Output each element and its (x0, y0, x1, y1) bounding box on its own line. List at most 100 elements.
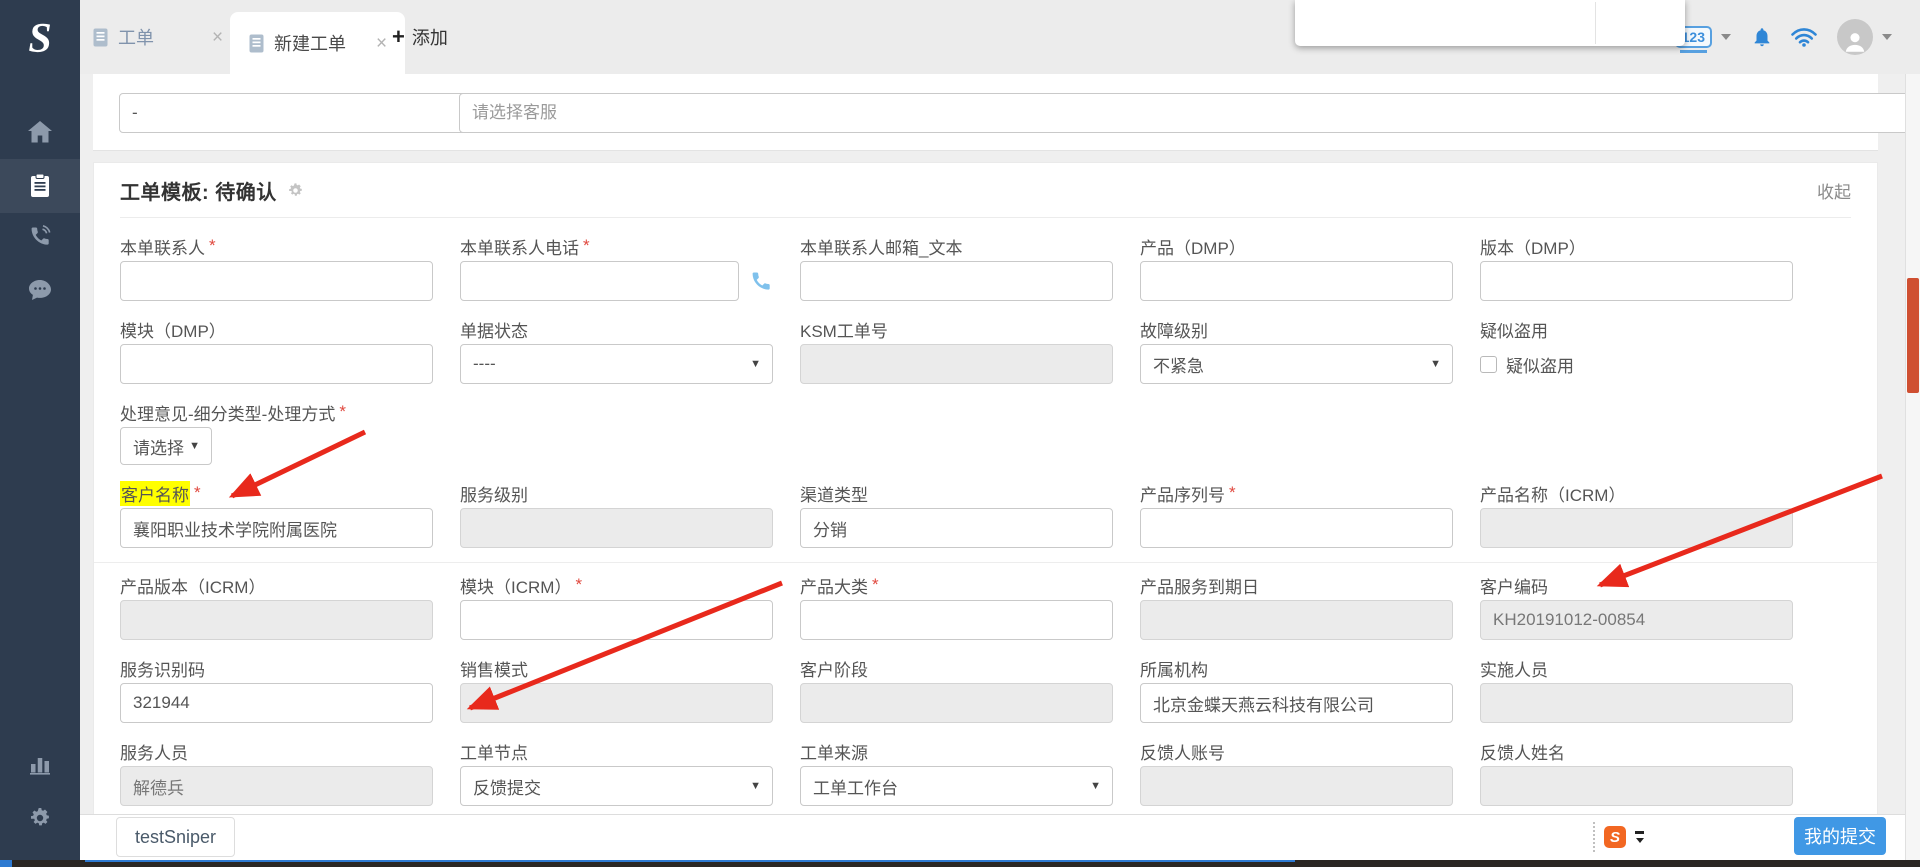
notifications-button[interactable] (1751, 25, 1773, 49)
template-settings-button[interactable] (287, 182, 304, 199)
organization-label: 所属机构 (1140, 657, 1453, 679)
product-service-expiry-input (1140, 600, 1453, 640)
customer-name-field: 客户名称* (120, 482, 433, 548)
product-dmp-input[interactable] (1140, 261, 1453, 301)
suspected-piracy-field: 疑似盗用疑似盗用 (1480, 318, 1793, 384)
module-icrm-label: 模块（ICRM）* (460, 574, 773, 596)
order-node-select[interactable]: 反馈提交 (460, 766, 773, 806)
form-row: 服务人员工单节点反馈提交工单来源工单工作台反馈人账号反馈人姓名 (120, 740, 1851, 806)
app-logo[interactable]: S (0, 10, 80, 68)
handling-opinion-label: 处理意见-细分类型-处理方式* (120, 401, 433, 423)
product-category-label: 产品大类* (800, 574, 1113, 596)
snip-tool-controls[interactable] (1635, 831, 1644, 843)
version-dmp-input[interactable] (1480, 261, 1793, 301)
order-node-select-value: 反馈提交 (473, 774, 541, 799)
sidebar-item-settings[interactable] (0, 791, 80, 845)
form-row: 本单联系人*本单联系人电话*本单联系人邮箱_文本产品（DMP）版本（DMP） (120, 235, 1851, 301)
fault-level-select[interactable]: 不紧急 (1140, 344, 1453, 384)
feedback-name-label: 反馈人姓名 (1480, 740, 1793, 762)
customer-code-label: 客户编码 (1480, 574, 1793, 596)
module-dmp-field: 模块（DMP） (120, 318, 433, 384)
customer-name-input[interactable] (120, 508, 433, 548)
product-version-icrm-label: 产品版本（ICRM） (120, 574, 433, 596)
form-body: 本单联系人*本单联系人电话*本单联系人邮箱_文本产品（DMP）版本（DMP）模块… (120, 235, 1851, 806)
app-window: S 工单 (0, 0, 1920, 867)
module-icrm-input[interactable] (460, 600, 773, 640)
tab-add[interactable]: 添加 (392, 0, 448, 74)
tab-label: 工单 (118, 24, 154, 50)
fault-level-select-value: 不紧急 (1153, 352, 1204, 377)
chevron-down-icon[interactable] (1882, 34, 1892, 40)
my-submit-button[interactable]: 我的提交 (1794, 817, 1886, 855)
product-serial-input[interactable] (1140, 508, 1453, 548)
service-staff-field: 服务人员 (120, 740, 433, 806)
order-source-label: 工单来源 (800, 740, 1113, 762)
contact-label: 本单联系人* (120, 235, 433, 257)
order-source-select[interactable]: 工单工作台 (800, 766, 1113, 806)
form-row: 产品版本（ICRM）模块（ICRM）*产品大类*产品服务到期日客户编码 (120, 574, 1851, 640)
product-category-input[interactable] (800, 600, 1113, 640)
customer-code-input (1480, 600, 1793, 640)
sidebar-item-reports[interactable] (0, 737, 80, 791)
chevron-down-icon (1636, 838, 1644, 843)
channel-type-input[interactable] (800, 508, 1113, 548)
header-bar: 工单 新建工单 添加 123 (80, 0, 1920, 74)
handling-opinion-select[interactable]: 请选择 (120, 427, 212, 465)
service-staff-input (120, 766, 433, 806)
close-icon[interactable] (376, 34, 387, 53)
window-edge-accent (0, 860, 12, 867)
agent-input[interactable] (459, 93, 1906, 133)
fault-level-field: 故障级别不紧急 (1140, 318, 1453, 384)
close-icon[interactable] (212, 28, 223, 47)
customer-name-label: 客户名称* (120, 482, 433, 504)
user-avatar[interactable] (1837, 19, 1873, 55)
scrollbar-thumb[interactable] (1907, 278, 1919, 393)
snip-tool-cluster: S (1593, 822, 1644, 852)
sales-mode-label: 销售模式 (460, 657, 773, 679)
phone-icon[interactable] (749, 269, 773, 293)
page-title: 工单模板: 待确认 (120, 176, 277, 205)
sidebar-item-workorders[interactable] (0, 159, 80, 213)
notification-popup (1295, 0, 1685, 46)
tab-label: 添加 (412, 24, 448, 50)
form-row: 服务识别码销售模式客户阶段所属机构实施人员 (120, 657, 1851, 723)
version-dmp-label: 版本（DMP） (1480, 235, 1793, 257)
snip-tool-icon[interactable]: S (1604, 826, 1626, 848)
contact-phone-input[interactable] (460, 261, 739, 301)
contact-input[interactable] (120, 261, 433, 301)
product-name-icrm-field: 产品名称（ICRM） (1480, 482, 1793, 548)
sidebar: S (0, 0, 80, 860)
contact-email-input[interactable] (800, 261, 1113, 301)
wifi-icon (1791, 27, 1817, 47)
tab-new-workorder[interactable]: 新建工单 (230, 12, 405, 74)
contact-email-label: 本单联系人邮箱_文本 (800, 235, 1113, 257)
topbar-icons: 123 (1675, 0, 1892, 74)
snip-dots-handle[interactable] (1593, 822, 1595, 852)
network-button[interactable] (1791, 27, 1817, 47)
implementer-field: 实施人员 (1480, 657, 1793, 723)
module-dmp-input[interactable] (120, 344, 433, 384)
doc-status-select[interactable]: ---- (460, 344, 773, 384)
sidebar-item-calls[interactable] (0, 209, 80, 263)
vertical-scrollbar[interactable] (1905, 74, 1920, 860)
product-category-field: 产品大类* (800, 574, 1113, 640)
order-node-label: 工单节点 (460, 740, 773, 762)
home-icon (28, 121, 52, 143)
contact-phone-field: 本单联系人电话* (460, 235, 773, 301)
module-icrm-field: 模块（ICRM）* (460, 574, 773, 640)
order-source-field: 工单来源工单工作台 (800, 740, 1113, 806)
bar-chart-icon (29, 753, 51, 775)
customer-code-field: 客户编码 (1480, 574, 1793, 640)
sidebar-item-home[interactable] (0, 105, 80, 159)
row-divider (94, 562, 1877, 563)
organization-input[interactable] (1140, 683, 1453, 723)
card-header: 工单模板: 待确认 收起 (120, 163, 1851, 218)
tab-worklist[interactable]: 工单 (92, 0, 237, 74)
sidebar-item-messages[interactable] (0, 263, 80, 317)
ksm-order-no-label: KSM工单号 (800, 318, 1113, 340)
service-id-code-input[interactable] (120, 683, 433, 723)
suspected-piracy-checkbox[interactable] (1480, 356, 1497, 373)
chevron-down-icon[interactable] (1721, 34, 1731, 40)
collapse-link[interactable]: 收起 (1817, 178, 1851, 203)
feedback-name-input (1480, 766, 1793, 806)
